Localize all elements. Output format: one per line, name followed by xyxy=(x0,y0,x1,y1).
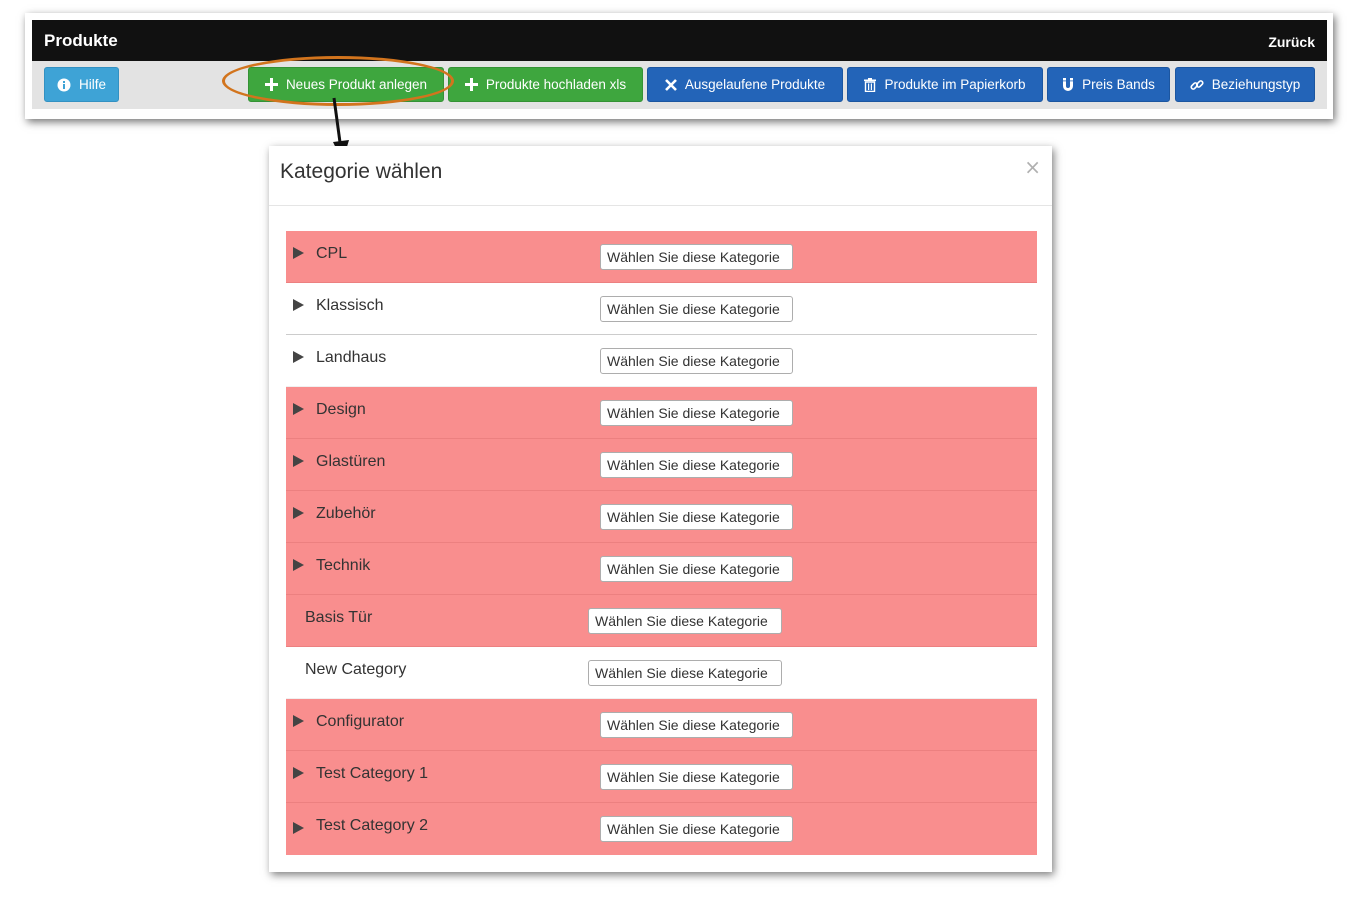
price-bands-label: Preis Bands xyxy=(1082,77,1155,92)
toolbar: Hilfe Neues Produkt anlegen Produkte hoc… xyxy=(32,61,1327,109)
discontinued-products-label: Ausgelaufene Produkte xyxy=(684,77,826,92)
help-button-label: Hilfe xyxy=(78,77,106,92)
modal-divider xyxy=(269,205,1052,206)
upload-products-xls-button[interactable]: Produkte hochladen xls xyxy=(448,67,643,102)
plus-icon xyxy=(264,78,278,91)
info-circle-icon xyxy=(57,78,71,92)
expand-arrow-icon[interactable] xyxy=(293,299,304,311)
category-name: CPL xyxy=(316,245,348,262)
modal-title: Kategorie wählen xyxy=(280,160,443,183)
header-bar: Produkte Zurück xyxy=(32,20,1327,61)
back-link[interactable]: Zurück xyxy=(1268,34,1315,50)
x-icon xyxy=(664,78,677,91)
category-list: CPL Wählen Sie diese Kategorie Klassisch… xyxy=(286,231,1037,855)
expand-arrow-icon[interactable] xyxy=(293,715,304,727)
category-name: Zubehör xyxy=(316,505,376,522)
choose-category-modal: Kategorie wählen × CPL Wählen Sie diese … xyxy=(269,146,1052,872)
choose-category-button[interactable]: Wählen Sie diese Kategorie xyxy=(600,348,793,374)
category-row: Design Wählen Sie diese Kategorie xyxy=(286,387,1037,439)
category-row: Test Category 1 Wählen Sie diese Kategor… xyxy=(286,751,1037,803)
page-title: Produkte xyxy=(44,31,118,50)
category-name: Landhaus xyxy=(316,349,387,366)
expand-arrow-icon[interactable] xyxy=(293,507,304,519)
category-row: New Category Wählen Sie diese Kategorie xyxy=(286,647,1037,699)
category-row: Zubehör Wählen Sie diese Kategorie xyxy=(286,491,1037,543)
category-name: Glastüren xyxy=(316,453,386,470)
choose-category-button[interactable]: Wählen Sie diese Kategorie xyxy=(600,452,793,478)
products-panel: Produkte Zurück Hilfe Neues Produkt anle… xyxy=(25,13,1333,119)
choose-category-button[interactable]: Wählen Sie diese Kategorie xyxy=(588,660,782,686)
magnet-icon xyxy=(1062,77,1074,92)
help-button[interactable]: Hilfe xyxy=(44,67,119,102)
category-row: Glastüren Wählen Sie diese Kategorie xyxy=(286,439,1037,491)
close-icon[interactable]: × xyxy=(1024,155,1041,179)
choose-category-button[interactable]: Wählen Sie diese Kategorie xyxy=(600,244,793,270)
category-name: Test Category 2 xyxy=(316,817,429,834)
relation-type-button[interactable]: Beziehungstyp xyxy=(1175,67,1315,102)
expand-arrow-icon[interactable] xyxy=(293,767,304,779)
category-name: Technik xyxy=(316,557,371,574)
discontinued-products-button[interactable]: Ausgelaufene Produkte xyxy=(647,67,843,102)
price-bands-button[interactable]: Preis Bands xyxy=(1047,67,1170,102)
plus-icon xyxy=(464,78,478,91)
category-row: Test Category 2 Wählen Sie diese Kategor… xyxy=(286,803,1037,855)
category-name: Klassisch xyxy=(316,297,384,314)
choose-category-button[interactable]: Wählen Sie diese Kategorie xyxy=(600,764,793,790)
choose-category-button[interactable]: Wählen Sie diese Kategorie xyxy=(588,608,782,634)
upload-products-xls-label: Produkte hochladen xls xyxy=(485,77,627,92)
category-row: Technik Wählen Sie diese Kategorie xyxy=(286,543,1037,595)
category-row: Configurator Wählen Sie diese Kategorie xyxy=(286,699,1037,751)
choose-category-button[interactable]: Wählen Sie diese Kategorie xyxy=(600,556,793,582)
expand-arrow-icon[interactable] xyxy=(293,351,304,363)
category-name: Configurator xyxy=(316,713,405,730)
category-name: Design xyxy=(316,401,366,418)
category-row: Klassisch Wählen Sie diese Kategorie xyxy=(286,283,1037,335)
trash-icon xyxy=(864,77,877,92)
trash-products-label: Produkte im Papierkorb xyxy=(884,77,1026,92)
new-product-button[interactable]: Neues Produkt anlegen xyxy=(248,67,444,102)
category-row: Landhaus Wählen Sie diese Kategorie xyxy=(286,335,1037,387)
category-row: CPL Wählen Sie diese Kategorie xyxy=(286,231,1037,283)
trash-products-button[interactable]: Produkte im Papierkorb xyxy=(847,67,1043,102)
category-name: Test Category 1 xyxy=(316,765,429,782)
expand-arrow-icon[interactable] xyxy=(293,455,304,467)
expand-arrow-icon[interactable] xyxy=(293,403,304,415)
new-product-button-label: Neues Produkt anlegen xyxy=(285,77,428,92)
relation-type-label: Beziehungstyp xyxy=(1211,77,1301,92)
link-icon xyxy=(1190,78,1204,92)
choose-category-button[interactable]: Wählen Sie diese Kategorie xyxy=(600,504,793,530)
expand-arrow-icon[interactable] xyxy=(293,559,304,571)
choose-category-button[interactable]: Wählen Sie diese Kategorie xyxy=(600,816,793,842)
expand-arrow-icon[interactable] xyxy=(293,822,304,834)
category-row: Basis Tür Wählen Sie diese Kategorie xyxy=(286,595,1037,647)
category-name: Basis Tür xyxy=(305,609,373,626)
choose-category-button[interactable]: Wählen Sie diese Kategorie xyxy=(600,400,793,426)
expand-arrow-icon[interactable] xyxy=(293,247,304,259)
choose-category-button[interactable]: Wählen Sie diese Kategorie xyxy=(600,296,793,322)
category-name: New Category xyxy=(305,661,407,678)
choose-category-button[interactable]: Wählen Sie diese Kategorie xyxy=(600,712,793,738)
